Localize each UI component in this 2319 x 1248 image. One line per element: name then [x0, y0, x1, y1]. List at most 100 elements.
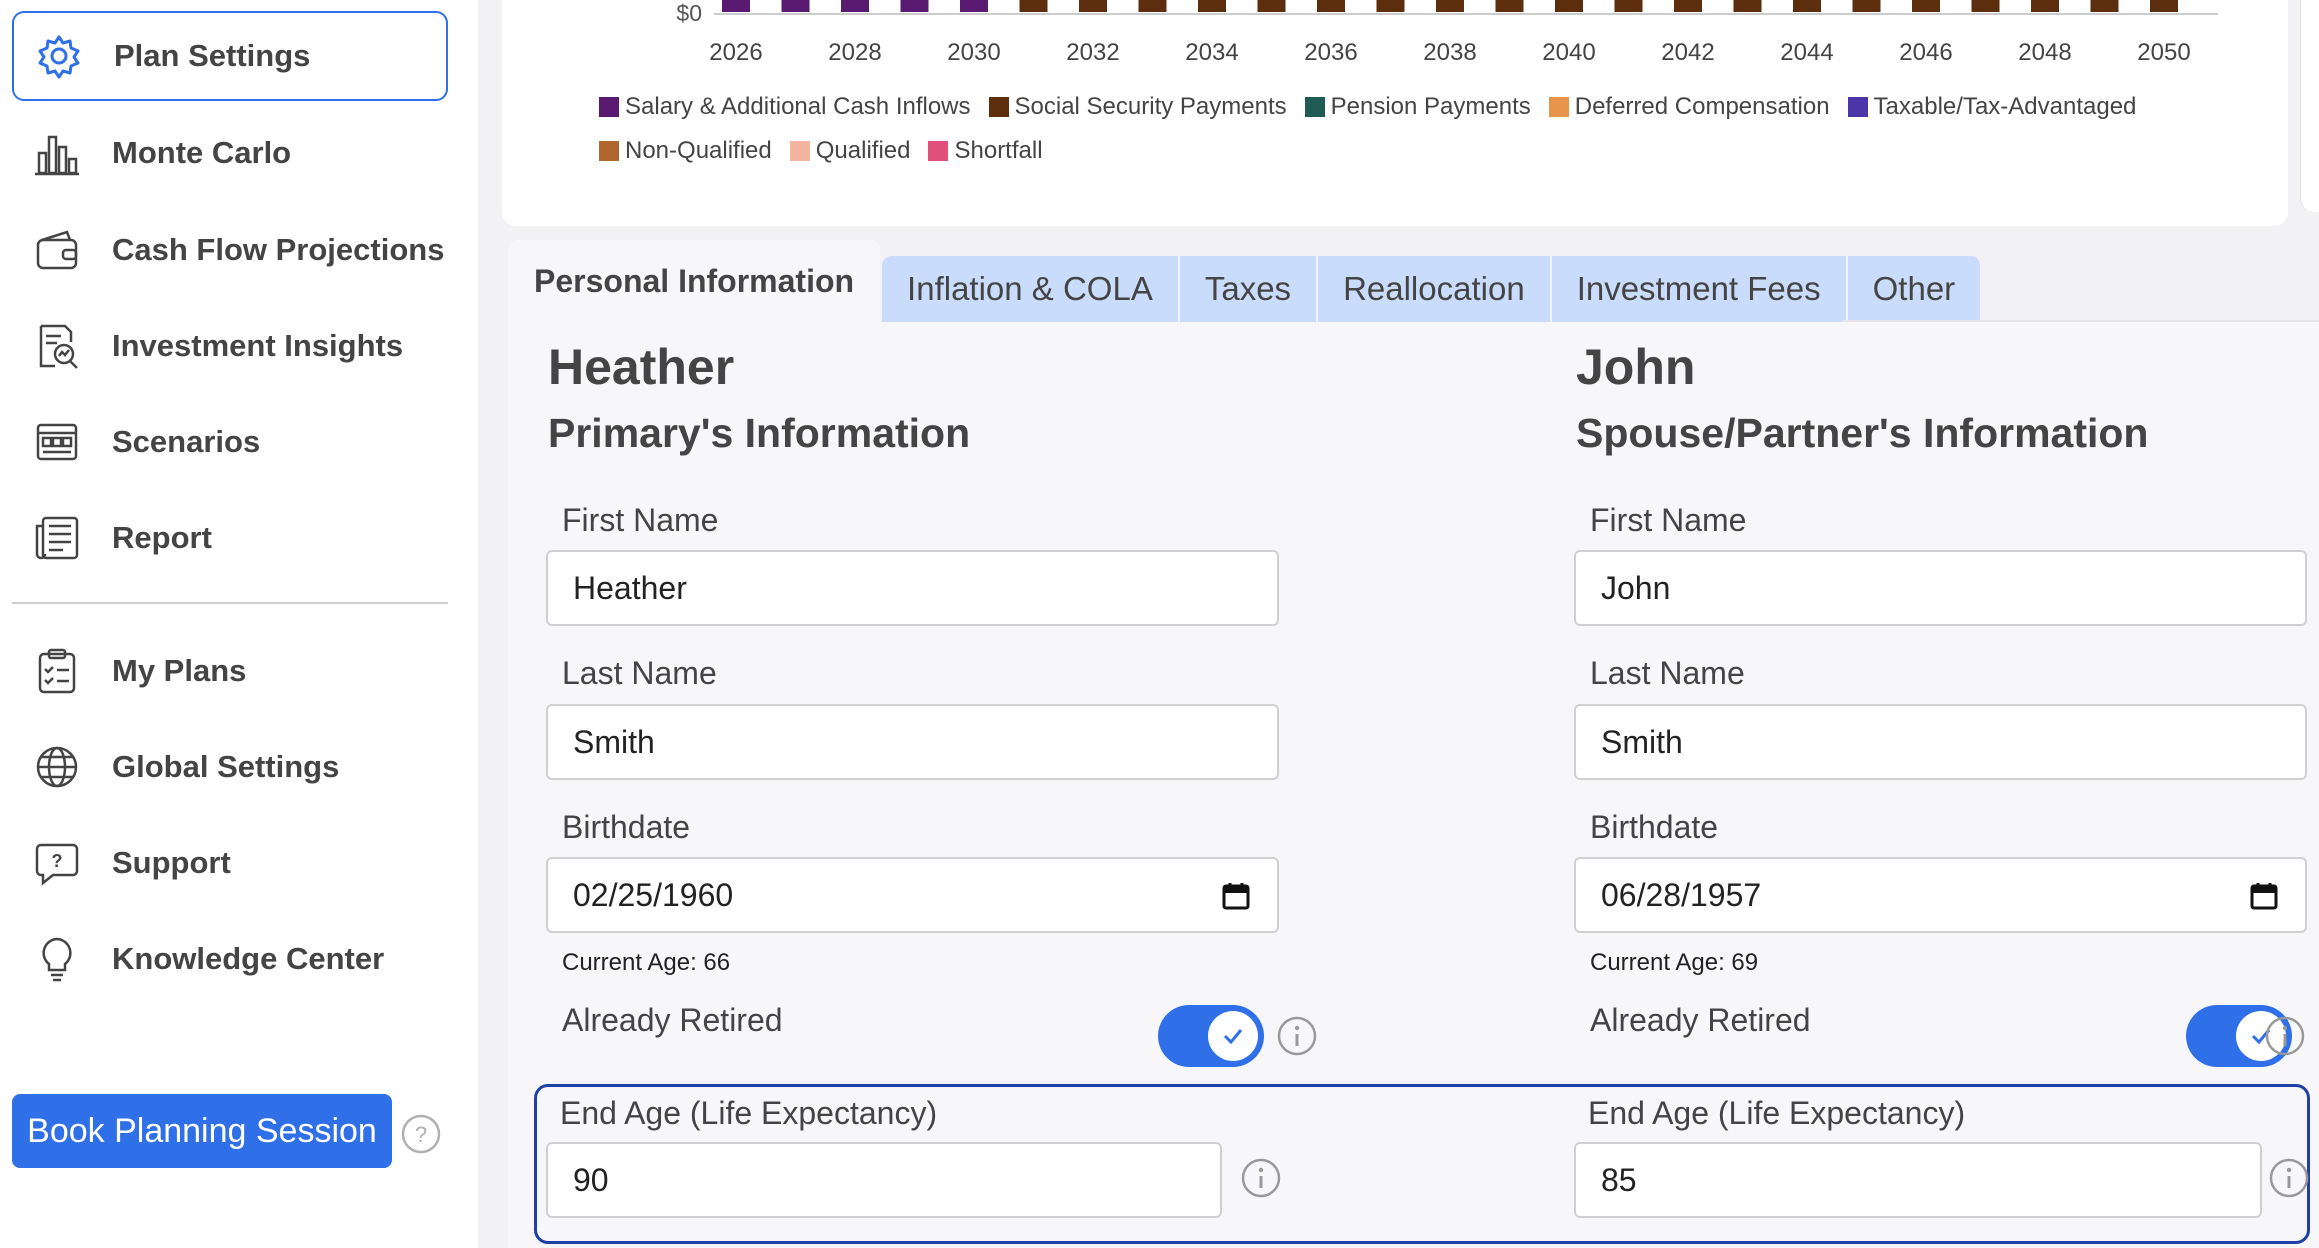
question-icon[interactable]: ?	[400, 1113, 442, 1155]
chart-bar[interactable]	[1198, 0, 1226, 12]
calendar-icon[interactable]	[2249, 881, 2279, 911]
chart-bar[interactable]	[1555, 0, 1583, 12]
legend-item[interactable]: Non-Qualified	[599, 136, 772, 166]
last-name-label: Last Name	[562, 655, 717, 691]
x-tick-label: 2046	[1899, 39, 1952, 66]
legend-item[interactable]: Qualified	[789, 136, 910, 166]
legend-item[interactable]: Deferred Compensation	[1548, 92, 1830, 122]
chart-bar[interactable]	[1376, 0, 1405, 12]
x-tick-label: 2048	[2018, 39, 2071, 66]
info-icon[interactable]	[2268, 1157, 2310, 1199]
chart-bar[interactable]	[1138, 0, 1167, 12]
chart-bar[interactable]	[2090, 0, 2119, 12]
legend-label: Shortfall	[954, 137, 1043, 164]
legend-item[interactable]: Pension Payments	[1304, 92, 1531, 122]
spouse-name-heading: John	[1576, 339, 1696, 395]
chart-bar[interactable]	[781, 0, 810, 12]
x-tick-label: 2038	[1423, 39, 1476, 66]
spouse-end-age-input[interactable]: 85	[1574, 1142, 2262, 1218]
chart-bar[interactable]	[841, 0, 869, 12]
spouse-last-name-input[interactable]: Smith	[1574, 704, 2307, 780]
nav-label: Report	[112, 520, 212, 555]
chart-bar[interactable]	[1495, 0, 1524, 12]
legend-item[interactable]: Salary & Additional Cash Inflows	[599, 92, 971, 122]
nav-support[interactable]: ? Support	[12, 818, 448, 908]
x-tick-label: 2026	[709, 39, 762, 66]
calendar-icon[interactable]	[1221, 881, 1251, 911]
spouse-first-name-input[interactable]: John	[1574, 550, 2307, 626]
chart-bar[interactable]	[1733, 0, 1762, 12]
nav-label: Cash Flow Projections	[112, 232, 445, 267]
legend-item[interactable]: Taxable/Tax-Advantaged	[1847, 92, 2136, 122]
spouse-current-age: Current Age: 69	[1590, 949, 1759, 976]
x-tick-label: 2030	[947, 39, 1000, 66]
info-icon[interactable]	[2264, 1015, 2306, 1057]
tab-taxes[interactable]: Taxes	[1179, 256, 1319, 322]
nav-label: Plan Settings	[114, 38, 311, 73]
tab-personal-information[interactable]: Personal Information	[508, 240, 883, 322]
svg-text:?: ?	[52, 851, 63, 871]
insights-icon	[30, 319, 84, 373]
x-tick-label: 2034	[1185, 39, 1238, 66]
legend-item[interactable]: Social Security Payments	[988, 92, 1287, 122]
chart-bar[interactable]	[1674, 0, 1702, 12]
nav-scenarios[interactable]: Scenarios	[12, 397, 448, 487]
chart-bar[interactable]	[1257, 0, 1286, 12]
birthdate-value: 02/25/1960	[573, 876, 734, 913]
globe-icon	[30, 740, 84, 794]
chart-bar[interactable]	[722, 0, 750, 12]
primary-birthdate-input[interactable]: 02/25/1960	[546, 857, 1279, 933]
chart-bar[interactable]	[2031, 0, 2059, 12]
chart-legend: Salary & Additional Cash Inflows Social S…	[599, 92, 2279, 166]
chart-bar[interactable]	[900, 0, 929, 12]
chart-bar[interactable]	[2150, 0, 2178, 12]
nav-my-plans[interactable]: My Plans	[12, 626, 448, 716]
nav-cash-flow-projections[interactable]: Cash Flow Projections	[12, 205, 448, 295]
chart-bar[interactable]	[1614, 0, 1643, 12]
chart-bar[interactable]	[1852, 0, 1881, 12]
wallet-icon	[30, 223, 84, 277]
chart-bar[interactable]	[1436, 0, 1464, 12]
nav-label: Knowledge Center	[112, 941, 385, 976]
chart: $0 2026 2028 2030 2032 2034 2036 2038 2040 2042 2…	[676, 0, 2218, 66]
tab-other[interactable]: Other	[1847, 256, 1983, 322]
chart-bar[interactable]	[1971, 0, 2000, 12]
nav-plan-settings[interactable]: Plan Settings	[12, 11, 448, 101]
chart-bar[interactable]	[1079, 0, 1107, 12]
nav-label: Investment Insights	[112, 328, 404, 363]
nav-investment-insights[interactable]: Investment Insights	[12, 301, 448, 391]
primary-already-retired-toggle[interactable]	[1158, 1005, 1264, 1067]
chart-bar[interactable]	[1912, 0, 1940, 12]
tab-reallocation[interactable]: Reallocation	[1318, 256, 1552, 322]
nav-label: Support	[112, 845, 231, 880]
primary-end-age-input[interactable]: 90	[546, 1142, 1222, 1218]
nav-global-settings[interactable]: Global Settings	[12, 722, 448, 812]
legend-item[interactable]: Shortfall	[928, 136, 1043, 166]
nav-monte-carlo[interactable]: Monte Carlo	[12, 108, 448, 198]
nav-report[interactable]: Report	[12, 493, 448, 583]
primary-first-name-input[interactable]: Heather	[546, 550, 1279, 626]
x-tick-label: 2028	[828, 39, 881, 66]
chart-bar[interactable]	[1019, 0, 1048, 12]
personal-information-panel: Heather Primary's Information First Name…	[508, 322, 2319, 1248]
sidebar: Plan Settings Monte Carlo Cash Flow Proj…	[0, 0, 478, 1248]
primary-last-name-input[interactable]: Smith	[546, 704, 1279, 780]
legend-swatch	[1548, 97, 1569, 117]
chart-bar[interactable]	[960, 0, 988, 12]
side-card	[2300, 0, 2319, 212]
sidebar-divider	[12, 602, 448, 604]
info-icon[interactable]	[1240, 1157, 1282, 1199]
legend-label: Social Security Payments	[1014, 93, 1287, 120]
info-icon[interactable]	[1276, 1015, 1318, 1057]
birthdate-value: 06/28/1957	[1601, 876, 1762, 913]
chart-bar[interactable]	[1317, 0, 1345, 12]
first-name-label: First Name	[1590, 502, 1747, 538]
spouse-birthdate-input[interactable]: 06/28/1957	[1574, 857, 2307, 933]
primary-current-age: Current Age: 66	[562, 949, 731, 976]
tab-inflation-cola[interactable]: Inflation & COLA	[882, 256, 1180, 322]
book-planning-session-button[interactable]: Book Planning Session	[12, 1094, 392, 1168]
x-tick-label: 2050	[2137, 39, 2190, 66]
nav-knowledge-center[interactable]: Knowledge Center	[12, 914, 448, 1004]
chart-bar[interactable]	[1793, 0, 1821, 12]
tab-investment-fees[interactable]: Investment Fees	[1551, 256, 1848, 322]
